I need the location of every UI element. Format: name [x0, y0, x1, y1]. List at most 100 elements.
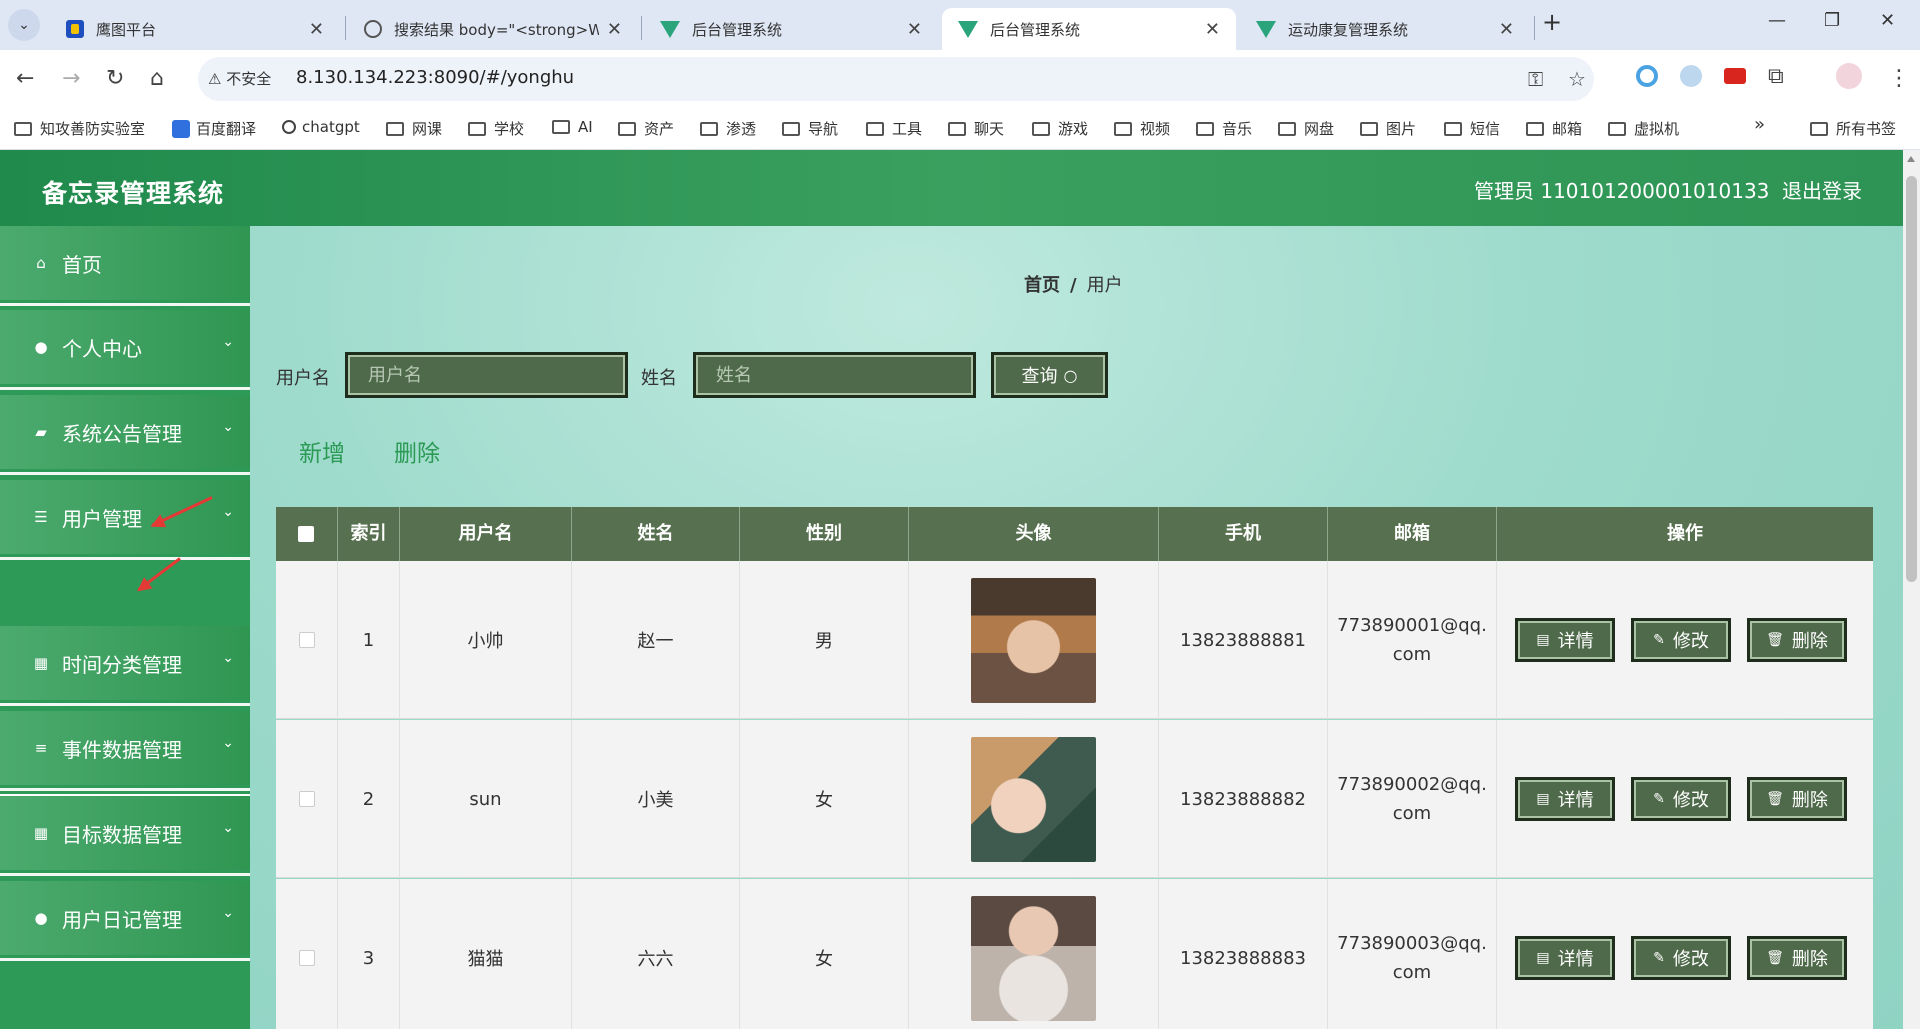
extension-bot-icon[interactable] — [1680, 65, 1702, 87]
row-checkbox[interactable] — [298, 632, 315, 648]
bookmark-item[interactable]: AI — [552, 118, 593, 136]
bookmark-item[interactable]: 邮箱 — [1526, 118, 1582, 139]
batch-delete-button[interactable]: 删除 — [394, 434, 440, 468]
sidebar-item-home[interactable]: ⌂ 首页 — [0, 226, 250, 306]
minimize-button[interactable]: — — [1768, 10, 1786, 31]
tab-close-icon[interactable]: ✕ — [1205, 19, 1220, 40]
sidebar-item-user-diary[interactable]: ● 用户日记管理 ⌄ — [0, 881, 250, 961]
avatar-image[interactable] — [971, 577, 1096, 703]
row-checkbox[interactable] — [298, 950, 315, 966]
detail-button-label: 详情 — [1557, 790, 1594, 811]
delete-button[interactable]: 🗑 删除 — [1747, 777, 1847, 821]
bookmark-item[interactable]: 百度翻译 — [172, 118, 256, 139]
window-close-button[interactable]: ✕ — [1880, 10, 1895, 31]
page-scrollbar[interactable] — [1903, 150, 1920, 1029]
bookmark-item[interactable]: 音乐 — [1196, 118, 1252, 139]
query-button[interactable]: 查询 ○ — [991, 352, 1108, 398]
new-tab-button[interactable]: + — [1542, 8, 1562, 36]
bookmark-item[interactable]: 网课 — [386, 118, 442, 139]
all-bookmarks[interactable]: 所有书签 — [1810, 118, 1896, 139]
sidebar-item-goal-data[interactable]: ▦ 目标数据管理 ⌄ — [0, 796, 250, 876]
bookmark-item[interactable]: chatgpt — [282, 118, 360, 136]
breadcrumb-home[interactable]: 首页 — [1024, 275, 1060, 296]
row-checkbox[interactable] — [298, 791, 315, 807]
bookmark-item[interactable]: 学校 — [468, 118, 524, 139]
extension-ring-icon[interactable] — [1636, 65, 1658, 87]
folder-icon — [386, 121, 404, 136]
delete-button[interactable]: 🗑 删除 — [1747, 618, 1847, 662]
profile-avatar[interactable] — [1836, 63, 1862, 89]
avatar-image[interactable] — [971, 736, 1096, 862]
tab-search-chevron-icon[interactable]: ⌄ — [8, 9, 40, 41]
edit-button[interactable]: ✎ 修改 — [1631, 777, 1731, 821]
bookmark-item[interactable]: 图片 — [1360, 118, 1416, 139]
url-text[interactable]: 8.130.134.223:8090/#/yonghu — [296, 67, 574, 88]
tab-close-icon[interactable]: ✕ — [907, 19, 922, 40]
bookmark-item[interactable]: 虚拟机 — [1608, 118, 1679, 139]
bookmark-item[interactable]: 导航 — [782, 118, 838, 139]
browser-tab-admin-2[interactable]: 后台管理系统 ✕ — [942, 8, 1236, 50]
tab-close-icon[interactable]: ✕ — [1499, 19, 1514, 40]
logout-link[interactable]: 退出登录 — [1782, 175, 1862, 204]
detail-button[interactable]: ▤ 详情 — [1515, 936, 1615, 980]
avatar-cell — [909, 561, 1159, 719]
gender-cell: 女 — [740, 879, 909, 1029]
sidebar-item-time-category[interactable]: ▦ 时间分类管理 ⌄ — [0, 626, 250, 706]
bookmark-item[interactable]: 知攻善防实验室 — [14, 118, 145, 139]
bookmark-star-icon[interactable]: ☆ — [1568, 67, 1586, 91]
table-row: 3 猫猫 六六 女 13823888883 773890003@qq. com … — [276, 879, 1873, 1029]
tab-close-icon[interactable]: ✕ — [309, 19, 324, 40]
bookmark-item[interactable]: 聊天 — [948, 118, 1004, 139]
delete-button[interactable]: 🗑 删除 — [1747, 936, 1847, 980]
back-arrow-icon[interactable]: ← — [16, 66, 34, 91]
bookmarks-overflow-button[interactable]: » — [1754, 114, 1765, 135]
username-cell: sun — [400, 720, 572, 878]
scroll-up-arrow-icon[interactable] — [1907, 156, 1915, 162]
edit-button[interactable]: ✎ 修改 — [1631, 618, 1731, 662]
extensions-puzzle-icon[interactable]: ⧉ — [1768, 64, 1784, 89]
reload-icon[interactable]: ↻ — [106, 66, 124, 91]
edit-button[interactable]: ✎ 修改 — [1631, 936, 1731, 980]
bookmark-item[interactable]: 网盘 — [1278, 118, 1334, 139]
detail-button[interactable]: ▤ 详情 — [1515, 618, 1615, 662]
browser-tab-yingtu[interactable]: 鹰图平台 ✕ — [50, 8, 340, 50]
bookmark-item[interactable]: 视频 — [1114, 118, 1170, 139]
browser-tab-search[interactable]: 搜索结果 body="<strong>Wo ✕ — [348, 8, 638, 50]
username-search-input[interactable] — [345, 352, 628, 398]
bookmark-label: 虚拟机 — [1634, 120, 1680, 138]
name-cell: 小美 — [572, 720, 740, 878]
bookmark-item[interactable]: 渗透 — [700, 118, 756, 139]
home-icon[interactable]: ⌂ — [150, 66, 164, 91]
browser-tab-rehab[interactable]: 运动康复管理系统 ✕ — [1240, 8, 1530, 50]
bookmark-item[interactable]: 资产 — [618, 118, 674, 139]
sidebar-item-profile[interactable]: ● 个人中心 ⌄ — [0, 310, 250, 390]
browser-tab-admin-1[interactable]: 后台管理系统 ✕ — [644, 8, 938, 50]
detail-button[interactable]: ▤ 详情 — [1515, 777, 1615, 821]
name-search-input[interactable] — [693, 352, 976, 398]
phone-cell: 13823888882 — [1159, 720, 1328, 878]
sidebar-item-user-management[interactable]: ☰ 用户管理 ⌄ — [0, 480, 250, 560]
password-key-icon[interactable]: ⚿ — [1528, 67, 1543, 91]
bookmark-item[interactable]: 工具 — [866, 118, 922, 139]
sidebar-item-label: 系统公告管理 — [62, 421, 182, 446]
lightbulb-icon: ● — [34, 909, 48, 927]
forward-arrow-icon[interactable]: → — [62, 66, 80, 91]
restore-button[interactable]: ❐ — [1824, 10, 1840, 31]
bookmark-item[interactable]: 游戏 — [1032, 118, 1088, 139]
query-button-label: 查询 — [1021, 366, 1058, 387]
not-secure-indicator[interactable]: ⚠ 不安全 — [208, 68, 271, 89]
browser-menu-icon[interactable]: ⋮ — [1888, 66, 1910, 91]
china-flag-icon[interactable] — [1724, 68, 1746, 84]
select-all-checkbox[interactable] — [298, 526, 314, 542]
address-bar[interactable]: ⚠ 不安全 8.130.134.223:8090/#/yonghu ⚿ ☆ — [198, 57, 1594, 101]
sidebar-item-event-data[interactable]: ≡ 事件数据管理 ⌄ — [0, 711, 250, 791]
sidebar-item-announcements[interactable]: ▰ 系统公告管理 ⌄ — [0, 395, 250, 475]
sidebar-item-label: 首页 — [62, 252, 102, 277]
avatar-cell — [909, 720, 1159, 878]
add-button[interactable]: 新增 — [299, 434, 345, 468]
tab-close-icon[interactable]: ✕ — [607, 19, 622, 40]
bookmark-label: 聊天 — [974, 120, 1005, 138]
avatar-image[interactable] — [971, 895, 1096, 1021]
bookmark-item[interactable]: 短信 — [1444, 118, 1500, 139]
scrollbar-thumb[interactable] — [1906, 176, 1917, 582]
